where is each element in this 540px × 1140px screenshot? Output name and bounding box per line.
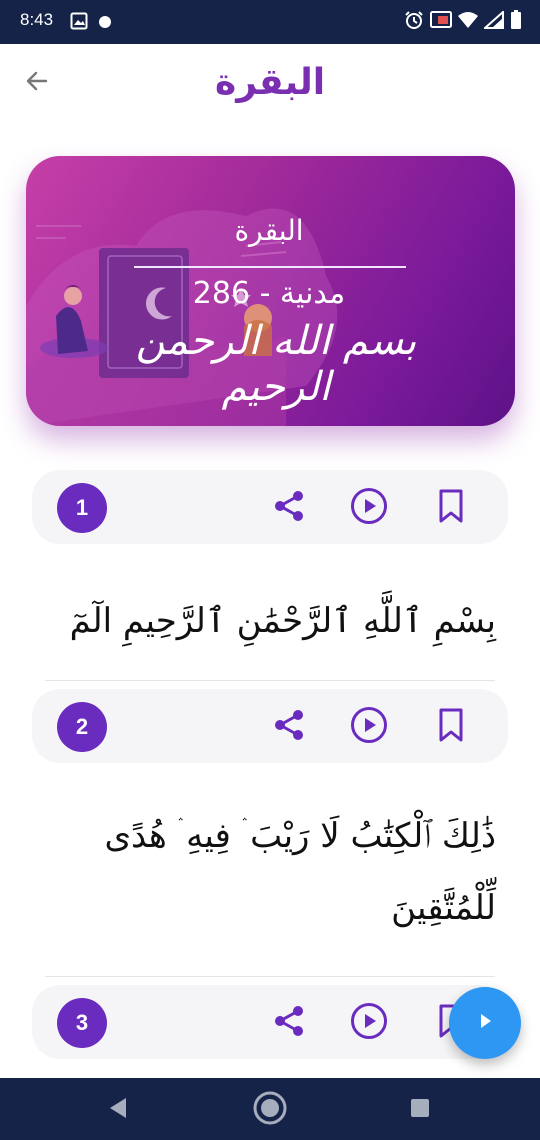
system-nav-bar bbox=[0, 1078, 540, 1140]
ayah-separator bbox=[45, 680, 495, 681]
basmala-calligraphy: بسم الله الرحمن الرحيم bbox=[135, 318, 418, 410]
surah-revelation-info: مدنية - 286 bbox=[192, 276, 346, 311]
alarm-icon bbox=[404, 10, 424, 34]
share-button[interactable] bbox=[270, 708, 308, 746]
status-time: 8:43 bbox=[20, 10, 54, 29]
ayah-text: بِسْمِ ٱللَّهِ ٱلرَّحْمَٰنِ ٱلرَّحِيمِ ا… bbox=[69, 601, 496, 641]
ayah-toolbar: 2 bbox=[32, 689, 508, 763]
home-circle-icon bbox=[252, 1090, 288, 1130]
status-bar: 8:43 bbox=[0, 0, 540, 44]
status-left-icons bbox=[70, 12, 112, 34]
share-button[interactable] bbox=[270, 1004, 308, 1042]
play-circle-icon bbox=[350, 1002, 388, 1044]
ayah-number-badge: 3 bbox=[57, 998, 107, 1048]
play-ayah-button[interactable] bbox=[350, 1002, 388, 1044]
ayah-toolbar: 1 bbox=[32, 470, 508, 544]
share-icon bbox=[271, 1003, 307, 1043]
battery-icon bbox=[510, 10, 522, 34]
app-header: البقرة bbox=[0, 44, 540, 134]
wifi-icon bbox=[458, 11, 478, 33]
ayah-number-badge: 1 bbox=[57, 483, 107, 533]
play-icon bbox=[475, 1011, 495, 1035]
status-right-icons bbox=[404, 9, 522, 34]
share-icon bbox=[271, 488, 307, 528]
play-circle-icon bbox=[350, 487, 388, 529]
bookmark-icon bbox=[435, 707, 467, 747]
nav-back-button[interactable] bbox=[100, 1092, 136, 1128]
surah-info-card: البقرة مدنية - 286 بسم الله الرحمن الرحي… bbox=[26, 156, 515, 426]
bookmark-button[interactable] bbox=[432, 489, 470, 527]
signal-icon bbox=[482, 9, 504, 33]
surah-name: البقرة bbox=[234, 214, 304, 247]
gallery-notification-icon bbox=[70, 12, 88, 34]
nav-recents-button[interactable] bbox=[402, 1092, 438, 1128]
share-button[interactable] bbox=[270, 489, 308, 527]
card-divider bbox=[134, 266, 406, 268]
ayah-number-badge: 2 bbox=[57, 702, 107, 752]
bookmark-button[interactable] bbox=[432, 708, 470, 746]
ayah-separator bbox=[45, 976, 495, 977]
ayah-text: ذَٰلِكَ ٱلْكِتَٰبُ لَا رَيْبَ ۛ فِيهِ ۛ … bbox=[104, 816, 496, 928]
nav-home-button[interactable] bbox=[252, 1090, 288, 1130]
dot-notification-icon bbox=[98, 14, 112, 33]
play-circle-icon bbox=[350, 706, 388, 748]
triangle-back-icon bbox=[107, 1096, 129, 1124]
play-ayah-button[interactable] bbox=[350, 487, 388, 529]
share-icon bbox=[271, 707, 307, 747]
bookmark-icon bbox=[435, 488, 467, 528]
play-surah-fab[interactable] bbox=[449, 987, 521, 1059]
page-title: البقرة bbox=[214, 62, 326, 103]
ayah-toolbar: 3 bbox=[32, 985, 508, 1059]
cast-icon bbox=[430, 11, 452, 33]
play-ayah-button[interactable] bbox=[350, 706, 388, 748]
square-recents-icon bbox=[410, 1098, 430, 1122]
